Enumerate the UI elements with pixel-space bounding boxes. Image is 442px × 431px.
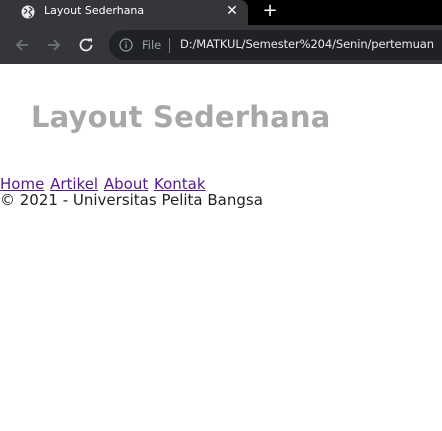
omnibox-divider	[169, 38, 170, 53]
address-bar[interactable]: File D:/MATKUL/Semester%204/Senin/pertem…	[109, 30, 442, 60]
browser-toolbar: File D:/MATKUL/Semester%204/Senin/pertem…	[0, 25, 442, 64]
arrow-right-icon[interactable]	[44, 35, 64, 55]
arrow-left-icon[interactable]	[12, 35, 32, 55]
reload-icon[interactable]	[76, 35, 96, 55]
tab-title: Layout Sederhana	[44, 4, 145, 17]
footer-copyright: © 2021 - Universitas Pelita Bangsa	[0, 191, 263, 209]
info-icon[interactable]	[119, 38, 133, 52]
tab-strip: Layout Sederhana ✕ +	[0, 0, 442, 25]
new-tab-icon[interactable]: +	[262, 2, 278, 20]
close-tab-icon[interactable]: ✕	[225, 3, 239, 19]
url-text[interactable]: D:/MATKUL/Semester%204/Senin/pertemuan	[180, 37, 434, 51]
scheme-label: File	[142, 38, 162, 52]
page-content: Layout Sederhana Home Artikel About Kont…	[0, 64, 442, 431]
page-title: Layout Sederhana	[31, 100, 331, 134]
browser-tab[interactable]: Layout Sederhana ✕	[0, 0, 248, 25]
globe-icon	[21, 5, 35, 19]
